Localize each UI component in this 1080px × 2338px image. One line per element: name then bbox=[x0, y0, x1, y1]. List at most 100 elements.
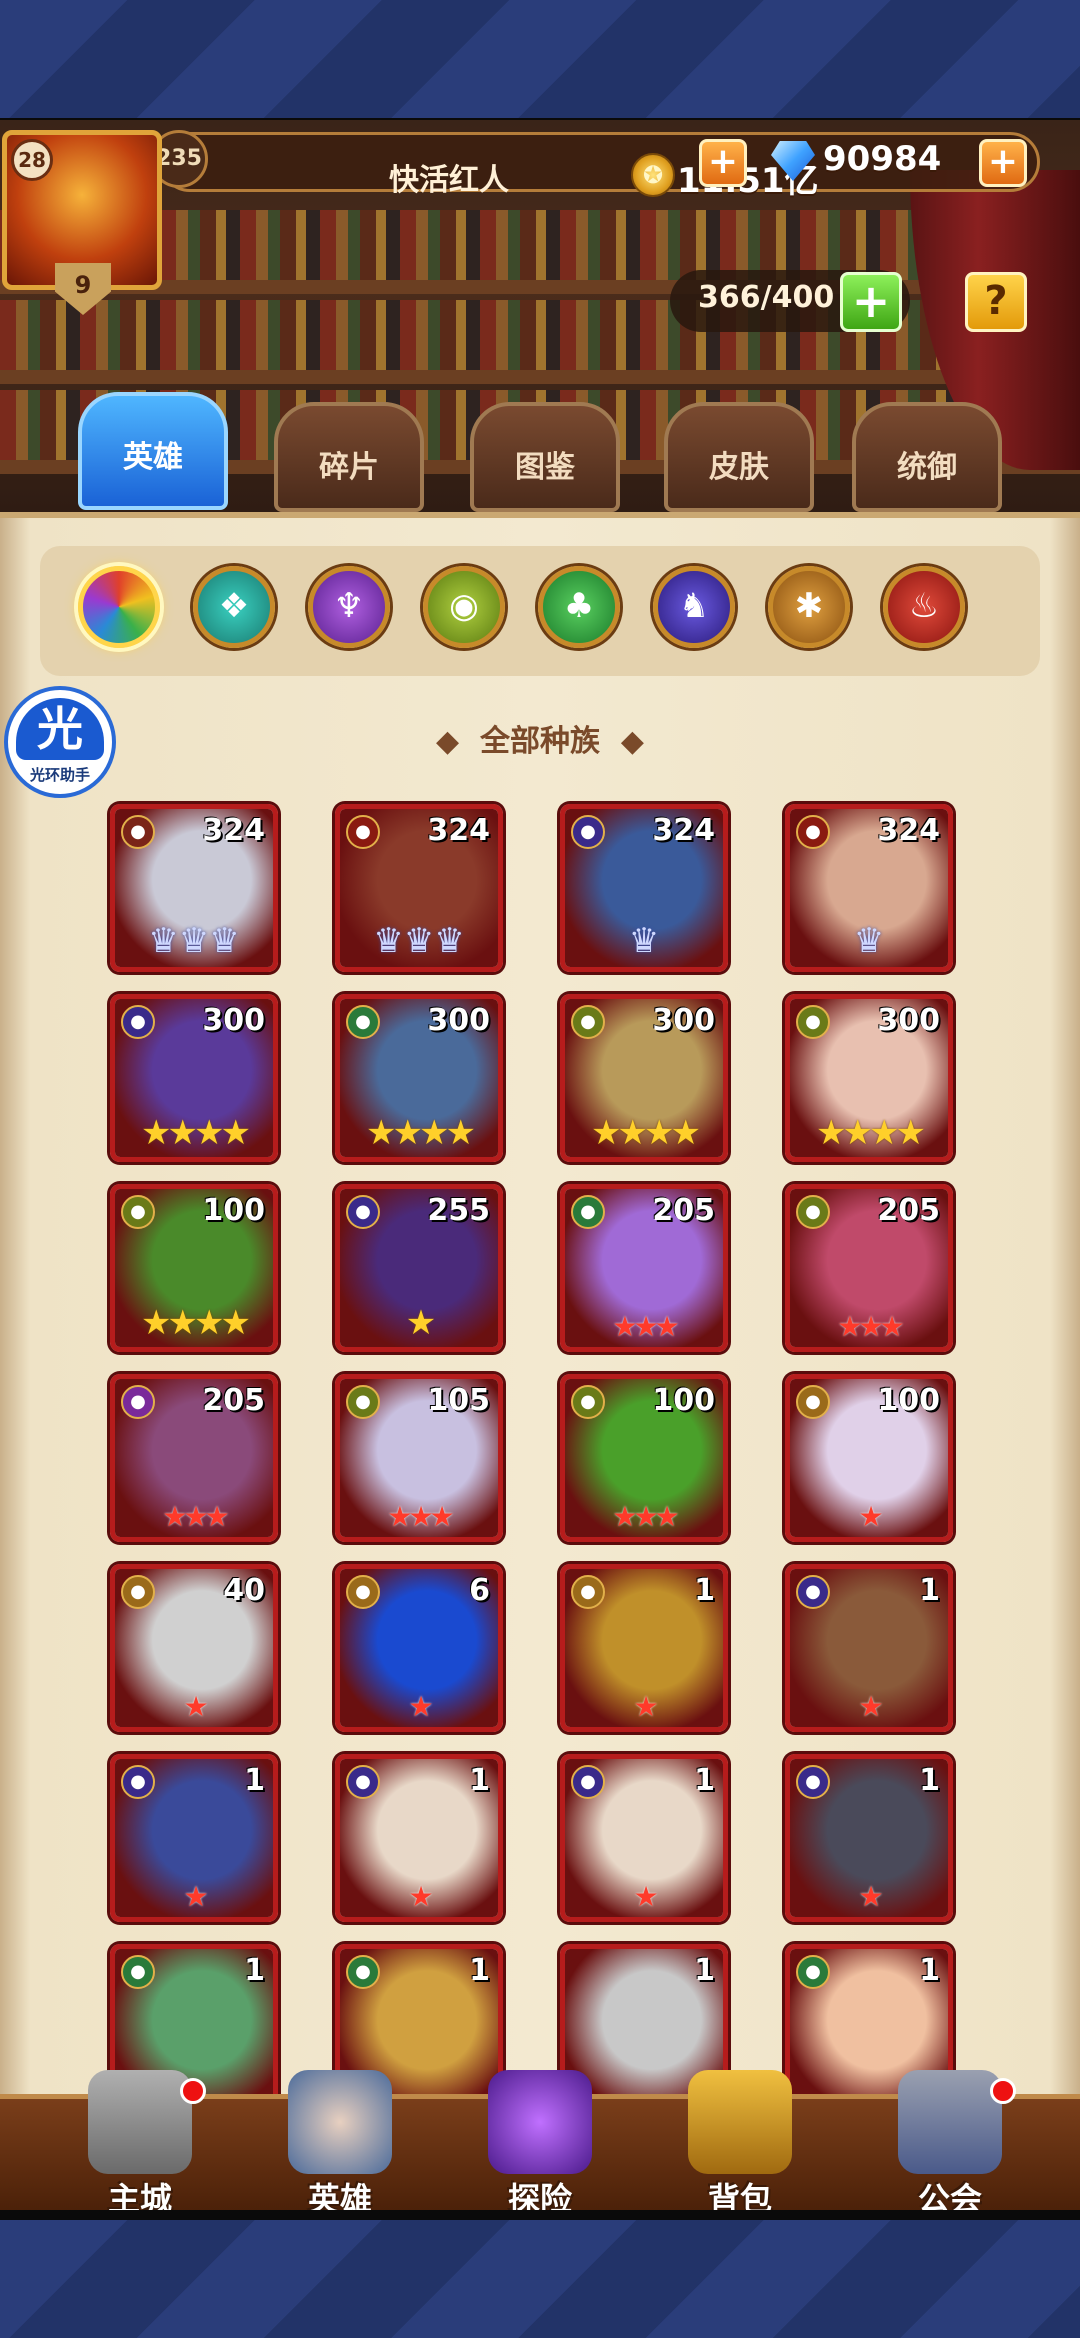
hero-card[interactable]: ● 300 ★★★★ bbox=[335, 994, 503, 1162]
hero-card[interactable]: ● 1 ★ bbox=[785, 1754, 953, 1922]
hero-card[interactable]: ● 100 ★★★★ bbox=[110, 1184, 278, 1352]
tab-1[interactable]: 英雄 bbox=[78, 392, 228, 510]
race-badge-icon: ● bbox=[346, 815, 380, 849]
hero-card[interactable]: ● 1 ★ bbox=[785, 1564, 953, 1732]
player-avatar[interactable]: 28 9 bbox=[2, 130, 162, 315]
hero-level: 100 bbox=[202, 1193, 265, 1228]
hero-level: 1 bbox=[919, 1763, 940, 1798]
hero-card[interactable]: ● 205 ★★★ bbox=[785, 1184, 953, 1352]
hero-portrait-icon bbox=[288, 2070, 392, 2174]
hero-level: 1 bbox=[694, 1953, 715, 1988]
hero-level: 205 bbox=[202, 1383, 265, 1418]
player-name: 快活红人 bbox=[389, 163, 509, 198]
race-badge-icon: ● bbox=[121, 1955, 155, 1989]
nature-race-icon[interactable]: ♣ bbox=[538, 566, 620, 648]
hero-card[interactable]: ● 1 ★ bbox=[560, 1754, 728, 1922]
aura-helper-button[interactable]: 光 光环助手 bbox=[4, 686, 116, 798]
add-gems-button[interactable]: + bbox=[979, 139, 1027, 187]
crown-rank-icon: ♛♛♛ bbox=[373, 921, 465, 961]
race-badge-icon: ● bbox=[121, 1005, 155, 1039]
tab-4[interactable]: 皮肤 bbox=[664, 402, 814, 512]
portal-icon bbox=[488, 2070, 592, 2174]
helper-label: 光环助手 bbox=[29, 766, 90, 784]
race-badge-icon: ● bbox=[796, 1005, 830, 1039]
race-badge-icon: ● bbox=[796, 815, 830, 849]
red-star-rating: ★ bbox=[408, 1690, 433, 1723]
nav-item-3[interactable]: 探险 bbox=[450, 2070, 630, 2210]
abyss-race-icon[interactable]: ♆ bbox=[308, 566, 390, 648]
nav-label: 主城 bbox=[107, 2180, 172, 2210]
tab-3[interactable]: 图鉴 bbox=[470, 402, 620, 512]
hero-level: 324 bbox=[877, 813, 940, 848]
game-viewport: 快活红人 ✪ 11.51亿 + 90984 + 235 28 9 366/400… bbox=[0, 120, 1080, 2210]
nav-item-2[interactable]: 英雄 bbox=[250, 2070, 430, 2210]
hero-level: 300 bbox=[202, 1003, 265, 1038]
race-badge-icon: ● bbox=[346, 1195, 380, 1229]
nav-item-4[interactable]: 背包 bbox=[650, 2070, 830, 2210]
hero-card[interactable]: ● 1 ★ bbox=[560, 1564, 728, 1732]
race-badge-icon: ● bbox=[121, 1765, 155, 1799]
hero-card[interactable]: ● 205 ★★★ bbox=[110, 1374, 278, 1542]
hero-level: 255 bbox=[427, 1193, 490, 1228]
hero-card[interactable]: ● 300 ★★★★ bbox=[110, 994, 278, 1162]
hero-card[interactable]: ● 300 ★★★★ bbox=[785, 994, 953, 1162]
screen: 快活红人 ✪ 11.51亿 + 90984 + 235 28 9 366/400… bbox=[0, 0, 1080, 2338]
hero-level: 100 bbox=[652, 1383, 715, 1418]
tab-2[interactable]: 碎片 bbox=[274, 402, 424, 512]
hero-card[interactable]: ● 324 ♛ bbox=[560, 804, 728, 972]
helper-glyph: 光 bbox=[16, 698, 104, 760]
hero-card[interactable]: ● 40 ★ bbox=[110, 1564, 278, 1732]
all-races-icon[interactable] bbox=[78, 566, 160, 648]
hero-card[interactable]: ● 324 ♛♛♛ bbox=[335, 804, 503, 972]
tab-5[interactable]: 统御 bbox=[852, 402, 1002, 512]
hero-card[interactable]: ● 255 ★ bbox=[335, 1184, 503, 1352]
hero-card[interactable]: ● 1 ★ bbox=[335, 1754, 503, 1922]
race-badge-icon: ● bbox=[796, 1765, 830, 1799]
hero-level: 40 bbox=[223, 1573, 265, 1608]
race-badge-icon: ● bbox=[571, 1005, 605, 1039]
nav-label: 英雄 bbox=[307, 2180, 372, 2210]
nav-item-1[interactable]: 主城 bbox=[50, 2070, 230, 2210]
gold-star-rating: ★★★★ bbox=[816, 1113, 926, 1153]
forest-race-icon[interactable]: ❖ bbox=[193, 566, 275, 648]
hero-card[interactable]: ● 205 ★★★ bbox=[560, 1184, 728, 1352]
hero-level: 1 bbox=[244, 1763, 265, 1798]
light-race-icon[interactable]: ✱ bbox=[768, 566, 850, 648]
race-badge-icon: ● bbox=[121, 1575, 155, 1609]
hero-card[interactable]: ● 6 ★ bbox=[335, 1564, 503, 1732]
hero-level: 1 bbox=[244, 1953, 265, 1988]
hero-level: 205 bbox=[877, 1193, 940, 1228]
race-badge-icon: ● bbox=[796, 1385, 830, 1419]
help-button[interactable]: ? bbox=[965, 272, 1027, 332]
red-star-rating: ★ bbox=[633, 1690, 658, 1723]
add-gold-button[interactable]: + bbox=[699, 139, 747, 187]
hero-card[interactable]: ● 100 ★★★ bbox=[560, 1374, 728, 1542]
guild-tower-icon bbox=[898, 2070, 1002, 2174]
nav-item-5[interactable]: 公会 bbox=[860, 2070, 1040, 2210]
nav-label: 背包 bbox=[707, 2180, 772, 2210]
hero-card[interactable]: ● 324 ♛ bbox=[785, 804, 953, 972]
red-star-rating: ★ bbox=[183, 1690, 208, 1723]
hero-card[interactable]: ● 300 ★★★★ bbox=[560, 994, 728, 1162]
notification-dot bbox=[180, 2078, 206, 2104]
race-badge-icon: ● bbox=[121, 1385, 155, 1419]
race-badge-icon: ● bbox=[796, 1955, 830, 1989]
red-star-rating: ★★★ bbox=[612, 1500, 679, 1533]
gem-amount: 90984 bbox=[823, 139, 942, 179]
castle-icon bbox=[88, 2070, 192, 2174]
hero-level: 300 bbox=[877, 1003, 940, 1038]
race-badge-icon: ● bbox=[346, 1575, 380, 1609]
hero-card[interactable]: ● 324 ♛♛♛ bbox=[110, 804, 278, 972]
hero-card[interactable]: ● 100 ★ bbox=[785, 1374, 953, 1542]
hero-card[interactable]: ● 105 ★★★ bbox=[335, 1374, 503, 1542]
hero-level: 324 bbox=[427, 813, 490, 848]
hero-card[interactable]: ● 1 ★ bbox=[110, 1754, 278, 1922]
fire-race-icon[interactable]: ♨ bbox=[883, 566, 965, 648]
expand-capacity-button[interactable]: + bbox=[840, 272, 902, 332]
nature-eye-race-icon[interactable]: ◉ bbox=[423, 566, 505, 648]
shadow-race-icon[interactable]: ♞ bbox=[653, 566, 735, 648]
race-badge-icon: ● bbox=[346, 1385, 380, 1419]
race-filter-label: ◆ 全部种族 ◆ bbox=[436, 724, 644, 759]
race-badge-icon: ● bbox=[121, 815, 155, 849]
notification-dot bbox=[990, 2078, 1016, 2104]
